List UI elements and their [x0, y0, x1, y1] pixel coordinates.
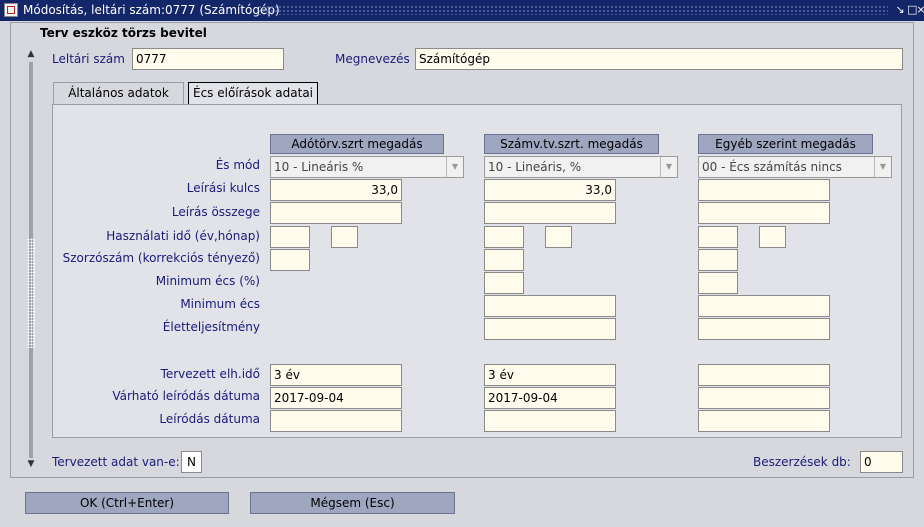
col3-es-mod-select[interactable]: 00 - Écs számítás nincs ▼: [698, 156, 892, 178]
beszerzesek-field[interactable]: 0: [860, 451, 903, 473]
col2-hasznalati-honap[interactable]: [545, 226, 572, 248]
tab-altalanos[interactable]: Általános adatok: [53, 82, 184, 104]
es-mod-label: És mód: [215, 158, 260, 172]
tervezett-adat-label: Tervezett adat van-e:: [52, 455, 180, 469]
tab-ecs-eloirasok[interactable]: Écs előírások adatai: [188, 82, 318, 104]
col1-es-mod-select[interactable]: 10 - Lineáris % ▼: [270, 156, 464, 178]
col1-leirasi-kulcs[interactable]: 33,0: [270, 179, 402, 201]
col3-eletteljesitmeny[interactable]: [698, 318, 830, 340]
col1-leirodas-datum[interactable]: [270, 410, 402, 432]
col1-tervezett-elh[interactable]: 3 év: [270, 364, 402, 386]
col1-varhato-datum[interactable]: 2017-09-04: [270, 387, 402, 409]
close-icon[interactable]: ×: [916, 3, 924, 17]
leltari-szam-label: Leltári szám: [52, 52, 125, 66]
megnevezes-label: Megnevezés: [335, 52, 410, 66]
col1-es-mod-value: 10 - Lineáris %: [274, 160, 364, 174]
hasznalati-ido-label: Használati idő (év,hónap): [106, 229, 260, 243]
col3-tervezett-elh[interactable]: [698, 364, 830, 386]
varhato-datum-label: Várható leíródás dátuma: [112, 389, 260, 403]
col3-hasznalati-honap[interactable]: [759, 226, 786, 248]
col3-leirasi-kulcs[interactable]: [698, 179, 830, 201]
tervezett-elh-label: Tervezett elh.idő: [160, 367, 260, 381]
leiras-osszege-label: Leírás összege: [171, 205, 260, 219]
col3-minimum-ecs[interactable]: [698, 295, 830, 317]
col3-szorzoszam[interactable]: [698, 249, 738, 271]
vertical-scrollbar[interactable]: ▲ ▼: [24, 48, 38, 472]
titlebar-pattern: [258, 5, 888, 15]
col1-leiras-osszege[interactable]: [270, 202, 402, 224]
form-title: Terv eszköz törzs bevitel: [40, 26, 207, 40]
col2-minimum-ecs[interactable]: [484, 295, 616, 317]
col3-varhato-datum[interactable]: [698, 387, 830, 409]
col2-es-mod-select[interactable]: 10 - Lineáris, % ▼: [484, 156, 678, 178]
tervezett-adat-field[interactable]: N: [181, 451, 202, 473]
leirodas-datum-label: Leíródás dátuma: [159, 412, 260, 426]
col-egyeb-header[interactable]: Egyéb szerint megadás: [698, 134, 873, 154]
col2-hasznalati-ev[interactable]: [484, 226, 524, 248]
beszerzesek-label: Beszerzések db:: [753, 455, 851, 469]
scroll-down-icon[interactable]: ▼: [24, 458, 38, 470]
col3-leiras-osszege[interactable]: [698, 202, 830, 224]
col2-leiras-osszege[interactable]: [484, 202, 616, 224]
leltari-szam-field[interactable]: 0777: [132, 48, 284, 70]
col3-es-mod-value: 00 - Écs számítás nincs: [702, 160, 842, 174]
minimize-icon[interactable]: ↘: [895, 3, 905, 17]
chevron-down-icon[interactable]: ▼: [660, 157, 677, 177]
col2-minimum-ecs-pct[interactable]: [484, 272, 524, 294]
eletteljesitmeny-label: Életteljesítmény: [162, 320, 260, 334]
col2-es-mod-value: 10 - Lineáris, %: [488, 160, 582, 174]
scroll-up-icon[interactable]: ▲: [24, 48, 38, 60]
cancel-button[interactable]: Mégsem (Esc): [250, 492, 455, 514]
minimum-ecs-pct-label: Minimum écs (%): [155, 274, 260, 288]
window-title: Módosítás, leltári szám:0777 (Számítógép…: [23, 3, 280, 17]
minimum-ecs-label: Minimum écs: [180, 297, 260, 311]
col-szamv-header[interactable]: Számv.tv.szrt. megadás: [484, 134, 659, 154]
chevron-down-icon[interactable]: ▼: [446, 157, 463, 177]
col1-hasznalati-ev[interactable]: [270, 226, 310, 248]
szorzoszam-label: Szorzószám (korrekciós tényező): [62, 251, 260, 265]
col3-hasznalati-ev[interactable]: [698, 226, 738, 248]
col1-szorzoszam[interactable]: [270, 249, 310, 271]
col-adotorv-header[interactable]: Adótörv.szrt megadás: [270, 134, 444, 154]
col3-minimum-ecs-pct[interactable]: [698, 272, 738, 294]
chevron-down-icon[interactable]: ▼: [874, 157, 891, 177]
col1-hasznalati-honap[interactable]: [331, 226, 358, 248]
col2-tervezett-elh[interactable]: 3 év: [484, 364, 616, 386]
col2-varhato-datum[interactable]: 2017-09-04: [484, 387, 616, 409]
window-titlebar: Módosítás, leltári szám:0777 (Számítógép…: [0, 0, 924, 21]
col2-szorzoszam[interactable]: [484, 249, 524, 271]
ok-button[interactable]: OK (Ctrl+Enter): [25, 492, 229, 514]
col2-leirodas-datum[interactable]: [484, 410, 616, 432]
megnevezes-field[interactable]: Számítógép: [415, 48, 903, 70]
scroll-thumb[interactable]: [27, 238, 35, 348]
col2-leirasi-kulcs[interactable]: 33,0: [484, 179, 616, 201]
app-window-icon[interactable]: [4, 3, 18, 17]
col2-eletteljesitmeny[interactable]: [484, 318, 616, 340]
col3-leirodas-datum[interactable]: [698, 410, 830, 432]
leirasi-kulcs-label: Leírási kulcs: [186, 181, 260, 195]
